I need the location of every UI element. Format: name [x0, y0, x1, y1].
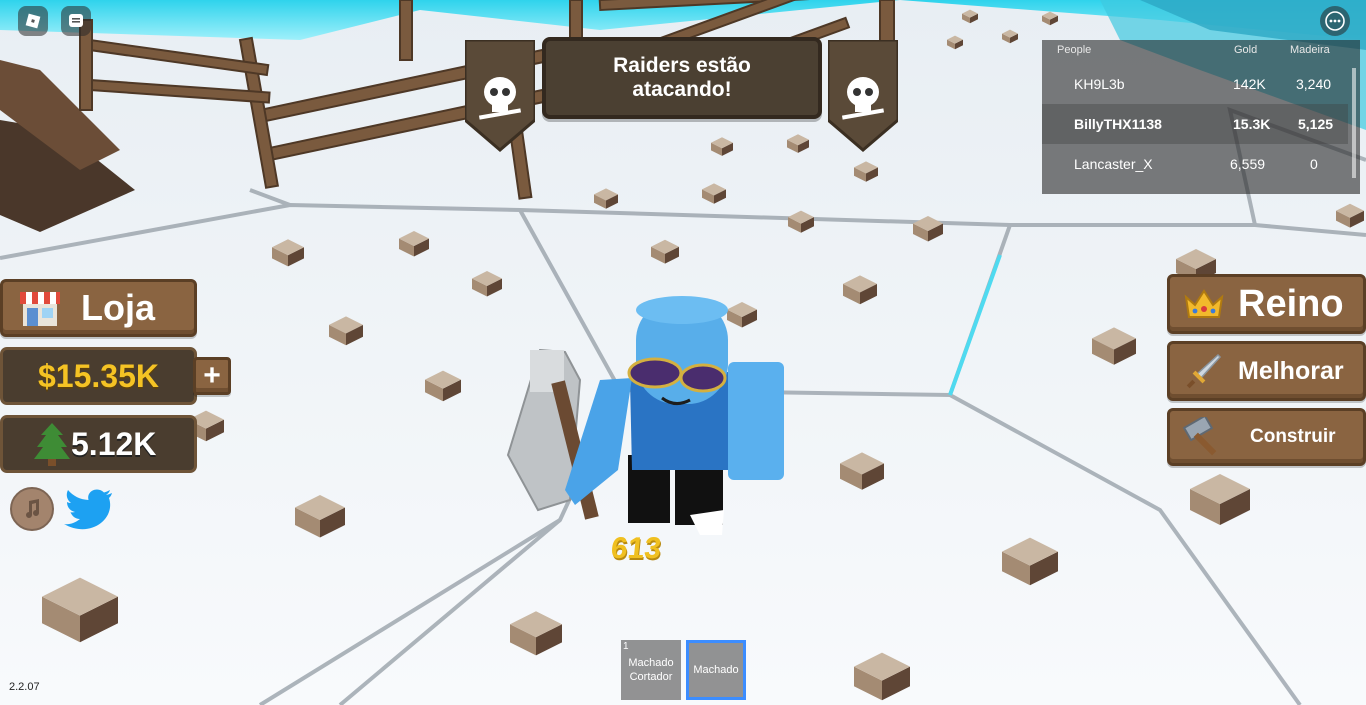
plus-label: +	[203, 359, 221, 392]
chat-button[interactable]	[61, 6, 91, 36]
leaderboard-gold-value: 6,559	[1230, 156, 1266, 172]
shop-button[interactable]: Loja	[0, 279, 197, 337]
skull-flag-right	[828, 40, 898, 152]
pine-tree-icon	[34, 423, 70, 466]
more-options-icon	[1325, 11, 1345, 31]
roblox-menu-icon	[25, 13, 41, 29]
chat-icon	[69, 14, 83, 27]
leaderboard-header-gold: Gold	[1234, 44, 1258, 56]
more-options-button[interactable]	[1320, 6, 1350, 36]
crown-icon	[1184, 289, 1224, 318]
hammer-icon	[1182, 417, 1217, 456]
hotbar-slot-1[interactable]: 1 Machado Cortador	[621, 640, 681, 700]
kingdom-label: Reino	[1238, 282, 1344, 325]
shop-label: Loja	[81, 287, 156, 328]
hotbar-item-label: Machado Cortador	[628, 657, 674, 683]
leaderboard-header-people: People	[1057, 44, 1092, 56]
raid-alert-line1: Raiders estão	[613, 54, 751, 77]
player-leaderboard: People Gold Madeira KH9L3b 142K 3,240 Bi…	[1042, 40, 1360, 194]
money-value: $15.35K	[38, 357, 159, 394]
kingdom-button[interactable]: Reino	[1167, 274, 1366, 334]
skull-flag-left	[465, 40, 535, 152]
build-button[interactable]: Construir	[1167, 408, 1366, 466]
leaderboard-gold-value: 15.3K	[1233, 116, 1271, 132]
wood-counter: 5.12K	[0, 415, 197, 473]
leaderboard-row[interactable]: BillyTHX1138 15.3K 5,125	[1042, 104, 1348, 144]
leaderboard-row[interactable]: KH9L3b 142K 3,240	[1042, 64, 1348, 104]
leaderboard-wood-value: 3,240	[1296, 76, 1332, 92]
version-label: 2.2.07	[9, 681, 40, 693]
build-label: Construir	[1250, 426, 1336, 447]
music-icon	[26, 499, 39, 518]
roblox-menu-button[interactable]	[18, 6, 48, 36]
buy-money-button[interactable]: +	[193, 357, 231, 395]
leaderboard-wood-value: 0	[1310, 156, 1318, 172]
upgrade-button[interactable]: Melhorar	[1167, 341, 1366, 401]
leaderboard-player-name: Lancaster_X	[1074, 156, 1153, 172]
raid-alert-line2: atacando!	[632, 78, 732, 101]
damage-number: 613	[609, 532, 663, 565]
leaderboard-scrollbar[interactable]	[1352, 68, 1356, 178]
upgrade-label: Melhorar	[1238, 356, 1344, 385]
raid-alert-banner: Raiders estão atacando!	[542, 37, 822, 119]
twitter-bird-icon	[64, 489, 112, 530]
sword-icon	[1186, 353, 1222, 389]
music-toggle-button[interactable]	[10, 487, 54, 531]
money-counter: $15.35K	[0, 347, 197, 405]
leaderboard-player-name: BillyTHX1138	[1074, 116, 1162, 132]
wood-value: 5.12K	[71, 425, 157, 462]
leaderboard-player-name: KH9L3b	[1074, 76, 1125, 92]
leaderboard-wood-value: 5,125	[1298, 116, 1334, 132]
leaderboard-header-wood: Madeira	[1290, 44, 1330, 56]
shop-icon	[20, 292, 60, 326]
hotbar-item-label: Machado	[693, 664, 739, 676]
leaderboard-row[interactable]: Lancaster_X 6,559 0	[1042, 144, 1348, 184]
twitter-button[interactable]	[64, 487, 114, 531]
hotbar-slot-2-selected[interactable]: Machado	[686, 640, 746, 700]
hotbar-key: 1	[623, 641, 629, 652]
leaderboard-gold-value: 142K	[1233, 76, 1266, 92]
